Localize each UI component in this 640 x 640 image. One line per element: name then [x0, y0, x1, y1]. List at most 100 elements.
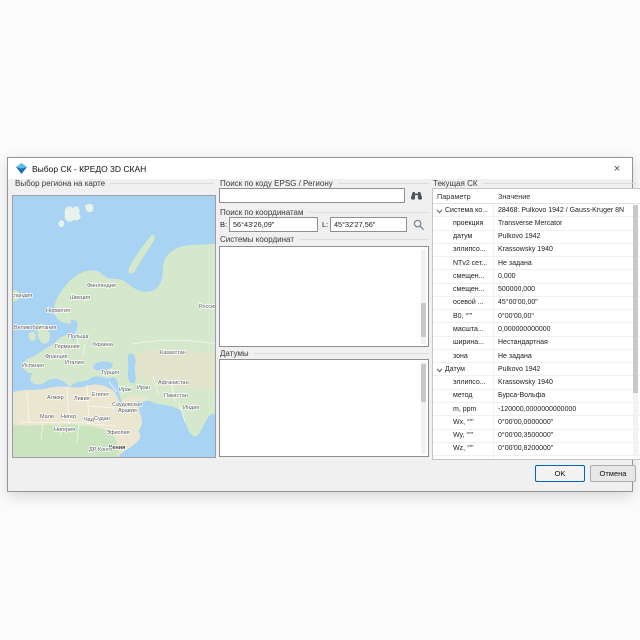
group-coordinate-systems: Системы координат — [220, 234, 429, 244]
table-row[interactable]: проекция Transverse Mercator — [433, 217, 640, 230]
svg-text:Мали: Мали — [40, 414, 54, 420]
param-value: Нестандартная — [494, 339, 640, 346]
svg-text:Пакистан: Пакистан — [164, 393, 188, 399]
group-coord-search: Поиск по координатам — [220, 207, 429, 217]
table-row[interactable]: датум Pulkovo 1942 — [433, 231, 640, 244]
svg-text:Нигерия: Нигерия — [54, 427, 75, 433]
svg-text:Германия: Германия — [55, 344, 80, 350]
b-coordinate-label: B: — [220, 220, 227, 229]
table-row[interactable]: Система ко... 28468: Pulkovo 1942 / Gaus… — [433, 204, 640, 217]
table-row[interactable]: смещен... 500000,000 — [433, 284, 640, 297]
param-name: Wy, °'" — [453, 432, 473, 439]
svg-text:Норвегия: Норвегия — [46, 308, 70, 314]
param-value: 0°00'00,00" — [494, 313, 640, 320]
param-name: осевой ... — [453, 299, 484, 306]
svg-text:Великобритания: Великобритания — [14, 325, 56, 331]
param-value: 23,9200 — [494, 459, 640, 460]
param-value: 28468: Pulkovo 1942 / Gauss-Kruger 8N — [494, 207, 640, 214]
table-row[interactable]: Wy, °'" 0°00'00,3500000" — [433, 430, 640, 443]
map-region-picker[interactable]: Исландия Финляндия Швеция Норвегия Россия Вел… — [12, 195, 216, 458]
table-scrollbar[interactable] — [633, 205, 638, 456]
svg-text:Индия: Индия — [183, 405, 199, 411]
param-value: 0°00'00,3500000" — [494, 432, 640, 439]
svg-text:Россия: Россия — [199, 304, 215, 310]
svg-text:ДР Конго: ДР Конго — [89, 447, 112, 453]
svg-text:Ирак: Ирак — [119, 387, 132, 393]
svg-text:Финляндия: Финляндия — [87, 283, 116, 289]
window-title: Выбор СК - КРЕДО 3D СКАН — [32, 164, 146, 174]
l-coordinate-input[interactable] — [330, 217, 407, 232]
table-row[interactable]: Dx 23,9200 — [433, 456, 640, 460]
close-icon[interactable]: × — [602, 158, 632, 179]
table-row[interactable]: масшта... 0,000000000000 — [433, 323, 640, 336]
table-row[interactable]: метод Бурса-Вольфа — [433, 390, 640, 403]
group-current-sk: Текущая СК — [433, 178, 636, 188]
table-row[interactable]: Wz, °'" 0°00'00,8200000" — [433, 443, 640, 456]
param-name: смещен... — [453, 286, 484, 293]
table-row[interactable]: m, ppm -120000,0000000000000 — [433, 403, 640, 416]
param-name: m, ppm — [453, 406, 476, 413]
table-body: Система ко... 28468: Pulkovo 1942 / Gaus… — [433, 204, 640, 460]
param-value: Не задана — [494, 260, 640, 267]
svg-text:Турция: Турция — [101, 370, 119, 376]
svg-text:Казахстан: Казахстан — [160, 350, 186, 356]
svg-text:Судан: Судан — [94, 416, 110, 422]
param-name: метод — [453, 392, 472, 399]
table-row[interactable]: NTv2 сет... Не задана — [433, 257, 640, 270]
param-value: Pulkovo 1942 — [494, 233, 640, 240]
svg-text:Швеция: Швеция — [70, 295, 90, 301]
epsg-search-input[interactable] — [219, 188, 405, 203]
table-row[interactable]: эллипсо... Krassowsky 1940 — [433, 244, 640, 257]
table-row[interactable]: эллипсо... Krassowsky 1940 — [433, 376, 640, 389]
b-coordinate-input[interactable] — [229, 217, 318, 232]
param-name: эллипсо... — [453, 246, 486, 253]
chevron-down-icon[interactable] — [436, 363, 443, 375]
param-value: 0°00'00,0000000" — [494, 419, 640, 426]
param-name: масшта... — [453, 326, 484, 333]
param-name: эллипсо... — [453, 379, 486, 386]
svg-text:Аравия: Аравия — [118, 408, 137, 414]
table-row[interactable]: осевой ... 45°00'00,00" — [433, 297, 640, 310]
param-value: 45°00'00,00" — [494, 299, 640, 306]
coordinate-systems-list[interactable] — [219, 246, 429, 347]
magnifier-icon — [413, 219, 425, 231]
param-value: Не задана — [494, 353, 640, 360]
table-row[interactable]: B0, °'" 0°00'00,00" — [433, 310, 640, 323]
search-by-coordinates-button[interactable] — [409, 217, 429, 232]
group-datums: Датумы — [220, 348, 429, 358]
param-value: 0,000000000000 — [494, 326, 640, 333]
param-value: 0,000 — [494, 273, 640, 280]
param-value: Krassowsky 1940 — [494, 379, 640, 386]
param-column-header: Параметр — [433, 192, 498, 201]
table-header: Параметр Значение — [433, 189, 640, 204]
svg-text:Италия: Италия — [65, 360, 84, 366]
table-row[interactable]: зона Не задана — [433, 350, 640, 363]
svg-text:Украина: Украина — [92, 342, 114, 348]
cancel-button[interactable]: Отмена — [590, 465, 636, 482]
param-value: Transverse Mercator — [494, 220, 640, 227]
chevron-down-icon[interactable] — [436, 204, 443, 216]
datums-scrollbar[interactable] — [421, 362, 426, 454]
param-name: B0, °'" — [453, 313, 472, 320]
find-by-code-button[interactable] — [406, 188, 426, 203]
param-value: -120000,0000000000000 — [494, 406, 640, 413]
datums-list[interactable] — [219, 359, 429, 457]
svg-text:Польша: Польша — [68, 334, 89, 340]
ok-button[interactable]: OK — [535, 465, 585, 482]
table-row[interactable]: ширина... Нестандартная — [433, 337, 640, 350]
table-row[interactable]: смещен... 0,000 — [433, 270, 640, 283]
param-value: 0°00'00,8200000" — [494, 445, 640, 452]
app-logo-icon — [16, 163, 27, 174]
systems-scrollbar[interactable] — [421, 249, 426, 344]
table-row[interactable]: Wx, °'" 0°00'00,0000000" — [433, 416, 640, 429]
l-coordinate-label: L: — [322, 220, 328, 229]
param-name: ширина... — [453, 339, 484, 346]
param-value: Pulkovo 1942 — [494, 366, 640, 373]
svg-text:Эфиопия: Эфиопия — [106, 430, 130, 436]
svg-text:Иран: Иран — [137, 385, 150, 391]
table-row[interactable]: Датум Pulkovo 1942 — [433, 363, 640, 376]
svg-text:Исландия: Исландия — [13, 293, 32, 299]
binoculars-icon — [410, 190, 423, 201]
titlebar[interactable]: Выбор СК - КРЕДО 3D СКАН × — [8, 158, 632, 179]
param-value: Krassowsky 1940 — [494, 246, 640, 253]
